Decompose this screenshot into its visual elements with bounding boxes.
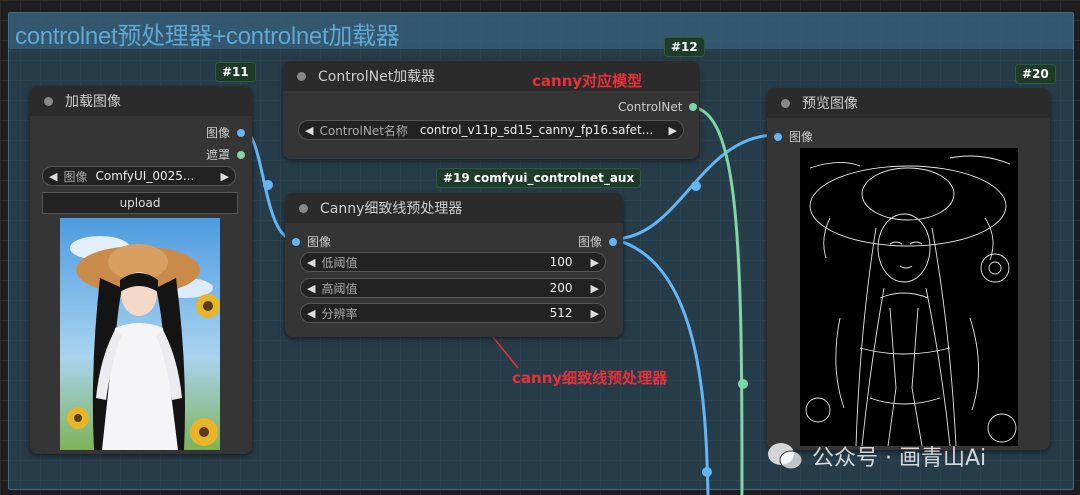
output-mask-slot[interactable]: 遮罩 — [206, 146, 246, 163]
output-image-slot[interactable]: 图像 — [578, 233, 618, 250]
arrow-left-icon[interactable]: ◀ — [301, 307, 321, 320]
collapse-dot-icon[interactable] — [781, 98, 790, 108]
arrow-right-icon[interactable]: ▶ — [585, 307, 605, 320]
upload-button[interactable]: upload — [42, 192, 238, 214]
node-header[interactable]: Canny细致线预处理器 — [285, 193, 623, 223]
arrow-right-icon[interactable]: ▶ — [663, 124, 683, 137]
widget-value: control_v11p_sd15_canny_fp16.safet... — [419, 123, 654, 137]
arrow-right-icon[interactable]: ▶ — [215, 170, 235, 183]
node-title: 预览图像 — [802, 96, 858, 112]
collapse-dot-icon[interactable] — [297, 71, 306, 81]
collapse-dot-icon[interactable] — [299, 203, 308, 213]
slot-dot-icon[interactable] — [237, 150, 246, 159]
widget-label: 图像 — [63, 169, 88, 184]
node-title: Canny细致线预处理器 — [320, 201, 463, 217]
node-header[interactable]: 预览图像 — [767, 88, 1050, 118]
widget-value: 200 — [549, 281, 573, 295]
slot-label: ControlNet — [618, 100, 683, 114]
slot-dot-icon[interactable] — [292, 237, 300, 246]
arrow-left-icon[interactable]: ◀ — [301, 282, 321, 295]
node-id-badge: #11 — [215, 62, 256, 82]
node-id-badge: #12 — [664, 37, 705, 57]
node-title: 加载图像 — [65, 94, 121, 110]
slot-label: 图像 — [206, 126, 231, 140]
image-combo-widget[interactable]: ◀ 图像 ComfyUI_0025... ▶ — [42, 166, 236, 186]
collapse-dot-icon[interactable] — [44, 96, 53, 106]
input-image-thumbnail — [60, 218, 220, 450]
output-image-slot[interactable]: 图像 — [206, 124, 246, 141]
widget-value: ComfyUI_0025... — [95, 169, 195, 183]
widget-value: 512 — [549, 306, 573, 320]
high-threshold-widget[interactable]: ◀ 高阈值 200 ▶ — [300, 278, 606, 298]
slot-label: 遮罩 — [206, 148, 231, 162]
widget-value: 100 — [549, 255, 573, 269]
slot-label: 图像 — [307, 235, 332, 249]
controlnet-name-combo[interactable]: ◀ ControlNet名称 control_v11p_sd15_canny_f… — [298, 120, 684, 140]
widget-label: ControlNet名称 — [319, 123, 408, 138]
input-image-slot[interactable]: 图像 — [774, 128, 813, 145]
group-title: controlnet预处理器+controlnet加载器 — [15, 23, 400, 50]
watermark: 公众号 · 画青山Ai — [766, 440, 986, 472]
wechat-icon — [768, 443, 803, 470]
arrow-right-icon[interactable]: ▶ — [585, 256, 605, 269]
arrow-left-icon[interactable]: ◀ — [43, 170, 63, 183]
widget-label: 高阈值 — [321, 281, 358, 296]
node-id-badge: #19 comfyui_controlnet_aux — [436, 168, 642, 188]
node-header[interactable]: 加载图像 — [30, 86, 252, 116]
low-threshold-widget[interactable]: ◀ 低阈值 100 ▶ — [300, 252, 606, 272]
slot-dot-icon[interactable] — [774, 132, 782, 141]
widget-label: 分辨率 — [321, 306, 358, 321]
watermark-text: 公众号 · 画青山Ai — [812, 446, 987, 471]
output-controlnet-slot[interactable]: ControlNet — [618, 100, 698, 114]
annotation-model-label: canny对应模型 — [532, 72, 643, 90]
canny-output-preview — [800, 148, 1018, 446]
slot-dot-icon[interactable] — [689, 103, 698, 111]
widget-label: 低阈值 — [321, 255, 358, 270]
arrow-left-icon[interactable]: ◀ — [301, 256, 321, 269]
slot-dot-icon[interactable] — [609, 237, 618, 246]
arrow-right-icon[interactable]: ▶ — [585, 282, 605, 295]
slot-dot-icon[interactable] — [237, 128, 246, 137]
slot-label: 图像 — [789, 130, 814, 144]
annotation-preprocessor-label: canny细致线预处理器 — [512, 369, 668, 387]
arrow-left-icon[interactable]: ◀ — [299, 124, 319, 137]
input-image-slot[interactable]: 图像 — [292, 233, 331, 250]
slot-label: 图像 — [578, 235, 603, 249]
resolution-widget[interactable]: ◀ 分辨率 512 ▶ — [300, 303, 606, 323]
node-id-badge: #20 — [1015, 64, 1056, 84]
node-title: ControlNet加载器 — [318, 69, 436, 85]
